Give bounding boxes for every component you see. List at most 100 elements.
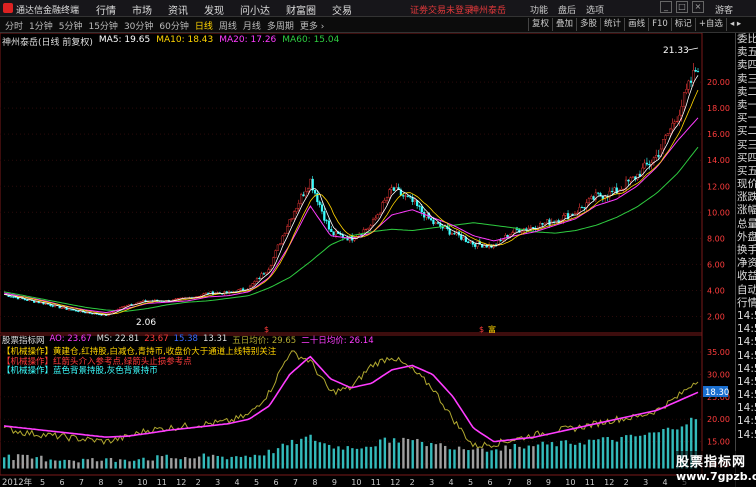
candle-up	[685, 89, 688, 93]
menu-item-wealth[interactable]: 财富圈	[280, 2, 322, 17]
hold-bar	[332, 448, 335, 469]
tab-multi-period[interactable]: 多周期	[264, 19, 297, 32]
month-label: 4	[235, 478, 240, 487]
month-label: 4	[663, 478, 668, 487]
side-panel-item[interactable]: 净资	[736, 257, 756, 270]
tab-monthly[interactable]: 月线	[240, 19, 264, 32]
month-label: 4	[449, 478, 454, 487]
indicator-notes: 【机械操作】黄建仓,红持股,白减仓,青持币,收盘价大于通道上线特别关注 【机械操…	[2, 347, 276, 377]
side-panel-item[interactable]: 卖四	[736, 59, 756, 72]
candle-up	[673, 121, 676, 124]
candle-up	[682, 92, 686, 107]
tab-60min[interactable]: 60分钟	[156, 19, 191, 32]
chart-area[interactable]: 20.00 18.00 16.00 14.00 12.00 10.00 8.00 6.00 4.…	[0, 33, 735, 487]
side-panel-item[interactable]: 买一	[736, 112, 756, 125]
hold-bar	[58, 460, 62, 469]
side-panel-item[interactable]: 总量	[736, 218, 756, 231]
side-panel-item[interactable]: 涨跌	[736, 191, 756, 204]
tab-30min[interactable]: 30分钟	[121, 19, 156, 32]
side-panel-item[interactable]: 14:50	[736, 389, 756, 402]
side-panel-item[interactable]: 14:50	[736, 336, 756, 349]
candle-up	[687, 80, 690, 90]
menu-item-after-hours[interactable]: 盘后	[558, 3, 576, 16]
login-status[interactable]: 证劵交易未登录	[410, 3, 473, 16]
menu-item-trade[interactable]: 交易	[326, 2, 358, 17]
side-panel-item[interactable]: 现价	[736, 178, 756, 191]
candle-up	[383, 200, 386, 203]
side-panel-item[interactable]: 卖一	[736, 99, 756, 112]
side-panel-item[interactable]: 买三	[736, 139, 756, 152]
candle-up	[118, 307, 122, 310]
mark-button[interactable]: 标记	[670, 18, 695, 31]
side-panel-item[interactable]: 涨幅	[736, 204, 756, 217]
tab-daily[interactable]: 日线	[192, 19, 216, 32]
candle-up	[564, 213, 567, 216]
side-panel-item[interactable]: 买五	[736, 165, 756, 178]
candle-up	[378, 212, 382, 215]
side-panel-item[interactable]: 14:50	[736, 310, 756, 323]
menu-item-quotes[interactable]: 行情	[90, 2, 122, 17]
tab-intraday[interactable]: 分时	[2, 19, 26, 32]
cash-bar	[174, 458, 178, 469]
minimize-button[interactable]: _	[660, 1, 672, 13]
menu-item-news[interactable]: 资讯	[162, 2, 194, 17]
adjust-button[interactable]: 复权	[528, 18, 552, 31]
month-label: 2	[196, 478, 201, 487]
hold-bar	[560, 440, 563, 469]
menu-item-discover[interactable]: 发现	[198, 2, 230, 17]
side-panel-item[interactable]: 14:50	[736, 415, 756, 428]
side-panel-item[interactable]: 行情	[736, 297, 756, 310]
hold-bar	[202, 453, 206, 469]
side-panel-item[interactable]: 外盘	[736, 231, 756, 244]
menu-item-ask[interactable]: 问小达	[234, 2, 276, 17]
multi-stock-button[interactable]: 多股	[576, 18, 600, 31]
statistics-button[interactable]: 统计	[600, 18, 624, 31]
tab-1min[interactable]: 1分钟	[26, 19, 56, 32]
price-tick-label: 8.00	[707, 234, 725, 243]
side-panel-item[interactable]: 委比	[736, 33, 756, 46]
hold-bar	[569, 443, 572, 469]
candle-up	[121, 306, 124, 308]
side-panel-item[interactable]: 14:50	[736, 363, 756, 376]
side-panel-item[interactable]: 14:50	[736, 323, 756, 336]
guest-label[interactable]: 游客	[715, 3, 733, 16]
candle-down	[648, 164, 651, 166]
close-button[interactable]: ×	[692, 1, 704, 13]
overlay-button[interactable]: 叠加	[552, 18, 576, 31]
add-watchlist-button[interactable]: +自选	[694, 18, 726, 31]
side-panel-item[interactable]: 买四	[736, 152, 756, 165]
menu-item-functions[interactable]: 功能	[530, 3, 548, 16]
side-panel-item[interactable]: 自动	[736, 284, 756, 297]
menu-item-options[interactable]: 选项	[586, 3, 604, 16]
cash-bar	[95, 461, 99, 469]
value-1: 23.67	[144, 334, 169, 344]
tab-15min[interactable]: 15分钟	[85, 19, 120, 32]
hold-bar	[253, 454, 257, 469]
nav-arrows[interactable]: ◂ ▸	[725, 18, 744, 31]
hold-bar	[49, 459, 52, 469]
draw-line-button[interactable]: 画线	[624, 18, 648, 31]
tab-5min[interactable]: 5分钟	[56, 19, 86, 32]
candle-up	[267, 269, 270, 273]
side-panel-item[interactable]: 14:50	[736, 402, 756, 415]
side-panel-item[interactable]: 买二	[736, 125, 756, 138]
side-panel-item[interactable]: 卖二	[736, 86, 756, 99]
maximize-button[interactable]: □	[676, 1, 688, 13]
indicator-name[interactable]: 股票指标网	[2, 334, 45, 346]
side-panel-item[interactable]: 14:50	[736, 376, 756, 389]
side-panel-item[interactable]: 换手	[736, 244, 756, 257]
tab-weekly[interactable]: 周线	[216, 19, 240, 32]
hold-bar	[225, 459, 229, 469]
candle-down	[467, 241, 470, 243]
side-panel-item[interactable]: 卖五	[736, 46, 756, 59]
menu-item-market[interactable]: 市场	[126, 2, 158, 17]
side-panel-item[interactable]: 卖三	[736, 73, 756, 86]
side-panel-item[interactable]: 收益	[736, 270, 756, 283]
hold-bar	[643, 434, 647, 469]
side-panel-item[interactable]: 14:50	[736, 350, 756, 363]
cash-bar	[425, 446, 428, 469]
candle-down	[532, 227, 535, 229]
side-panel-item[interactable]: 14:50	[736, 429, 756, 442]
f10-button[interactable]: F10	[648, 18, 671, 31]
tab-more[interactable]: 更多 ›	[297, 19, 327, 32]
